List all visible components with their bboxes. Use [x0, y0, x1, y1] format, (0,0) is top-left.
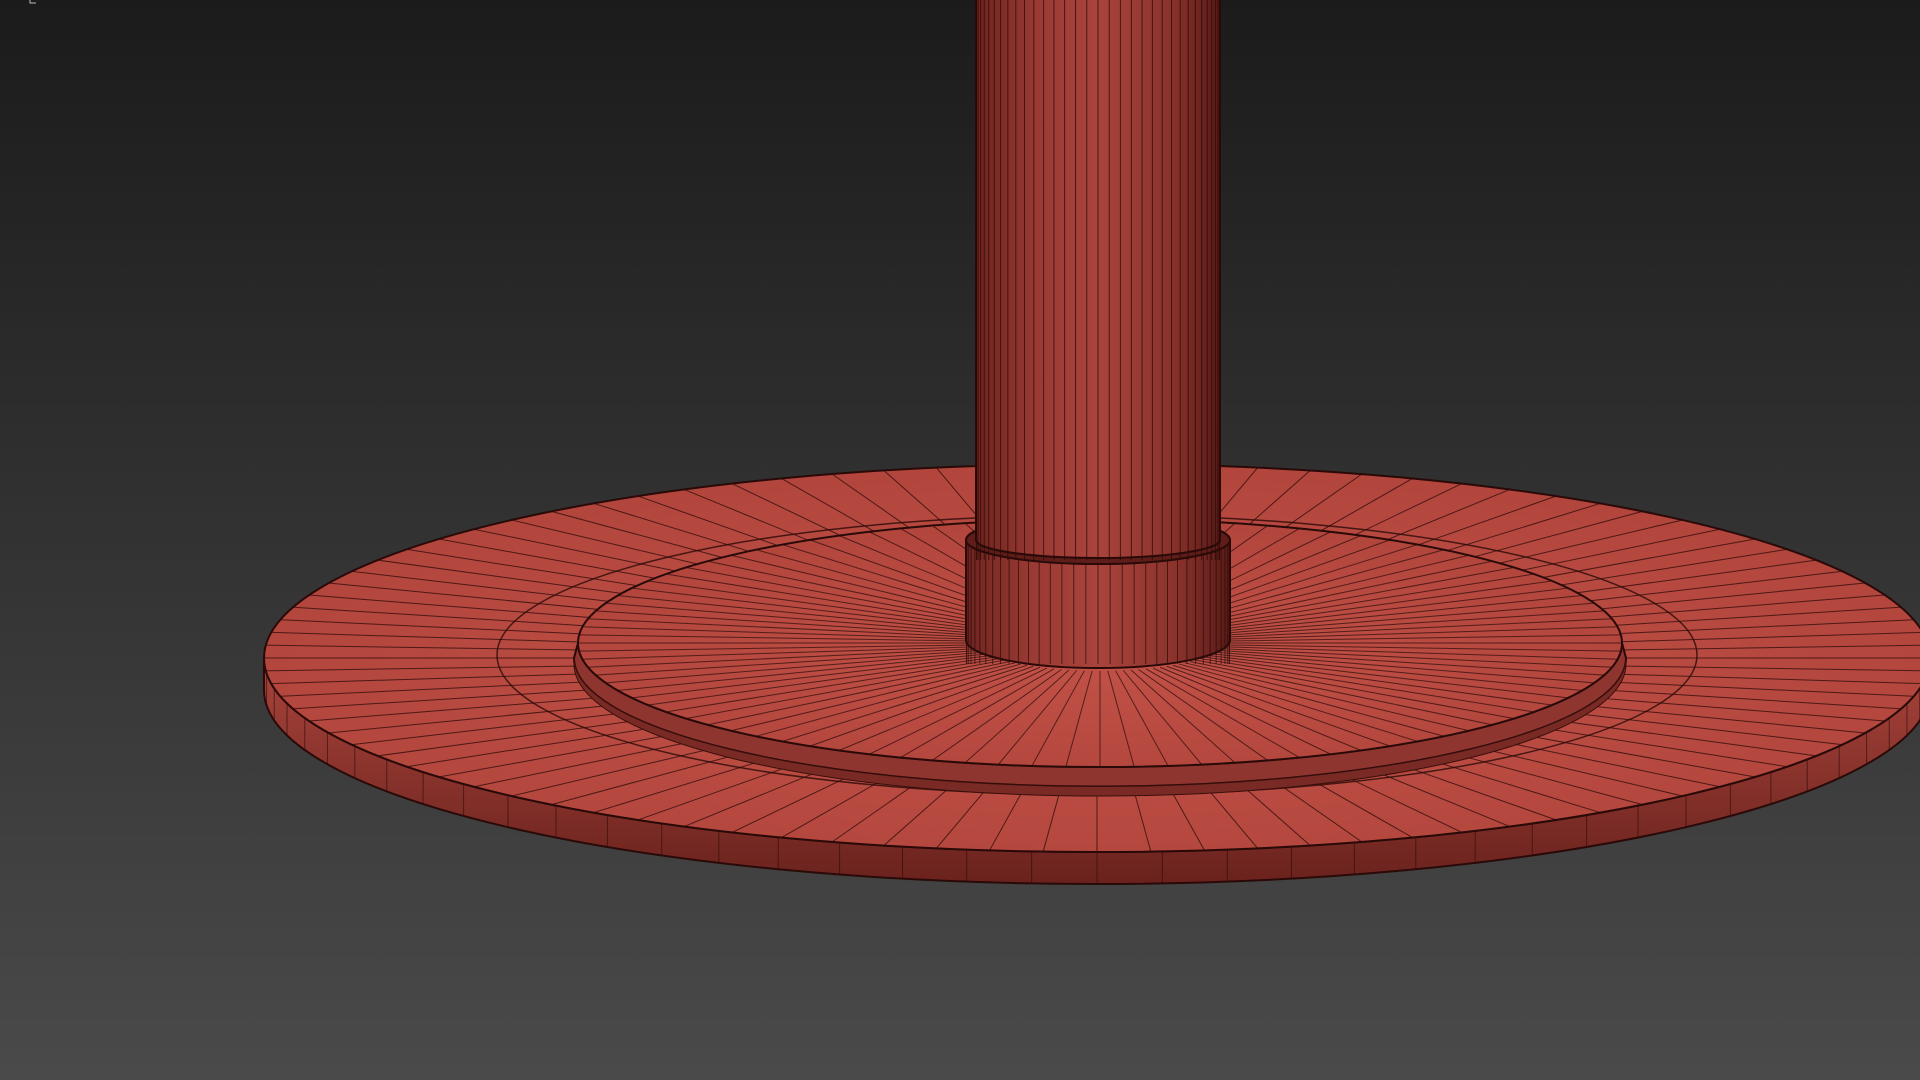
column: [975, 0, 1221, 560]
3d-viewport[interactable]: [0, 0, 1920, 1080]
viewport-scene[interactable]: [0, 0, 1920, 1080]
